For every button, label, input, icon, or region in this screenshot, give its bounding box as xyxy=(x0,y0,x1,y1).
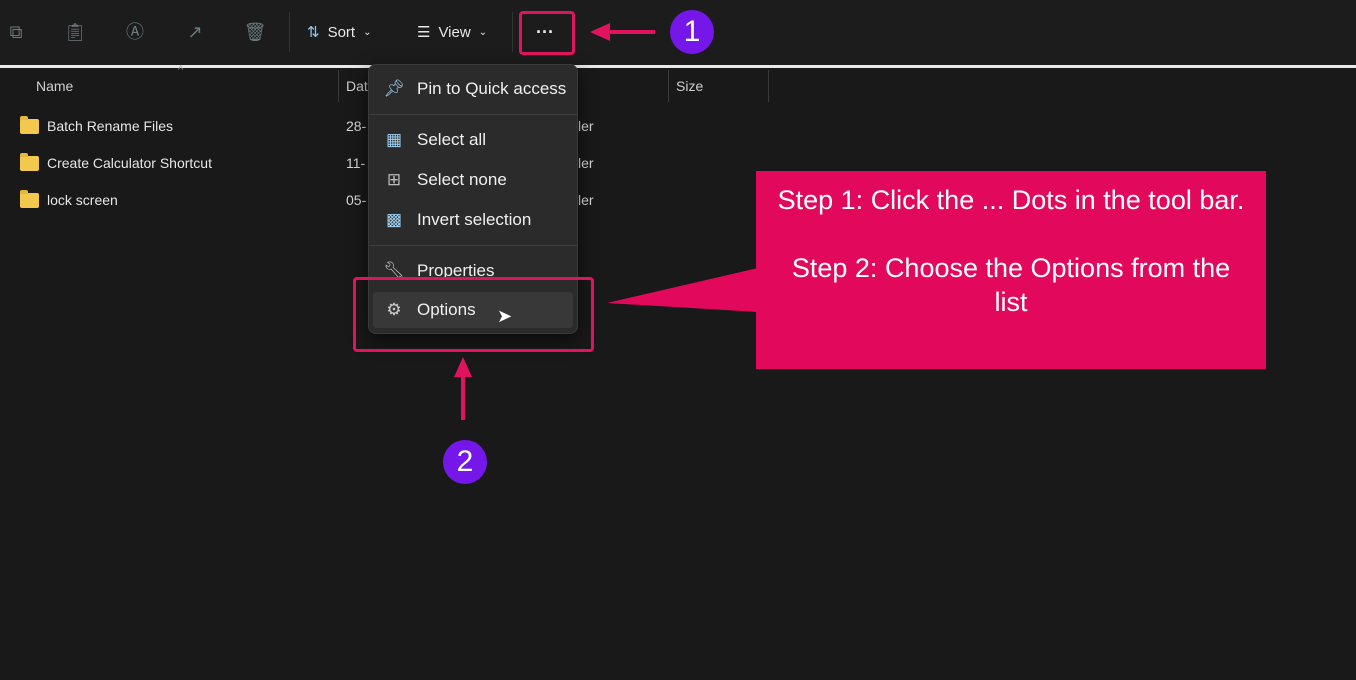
step-badge-2: 2 xyxy=(443,440,487,484)
step-badge-1: 1 xyxy=(670,10,714,54)
step-1-text: Step 1: Click the ... Dots in the tool b… xyxy=(777,185,1245,215)
step-2-text: Step 2: Choose the Options from the list xyxy=(791,253,1231,317)
arrow-left-icon xyxy=(590,23,655,41)
instruction-callout: Step 1: Click the ... Dots in the tool b… xyxy=(756,171,1266,369)
callout-pointer xyxy=(607,268,758,312)
arrow-up-icon xyxy=(454,357,472,420)
